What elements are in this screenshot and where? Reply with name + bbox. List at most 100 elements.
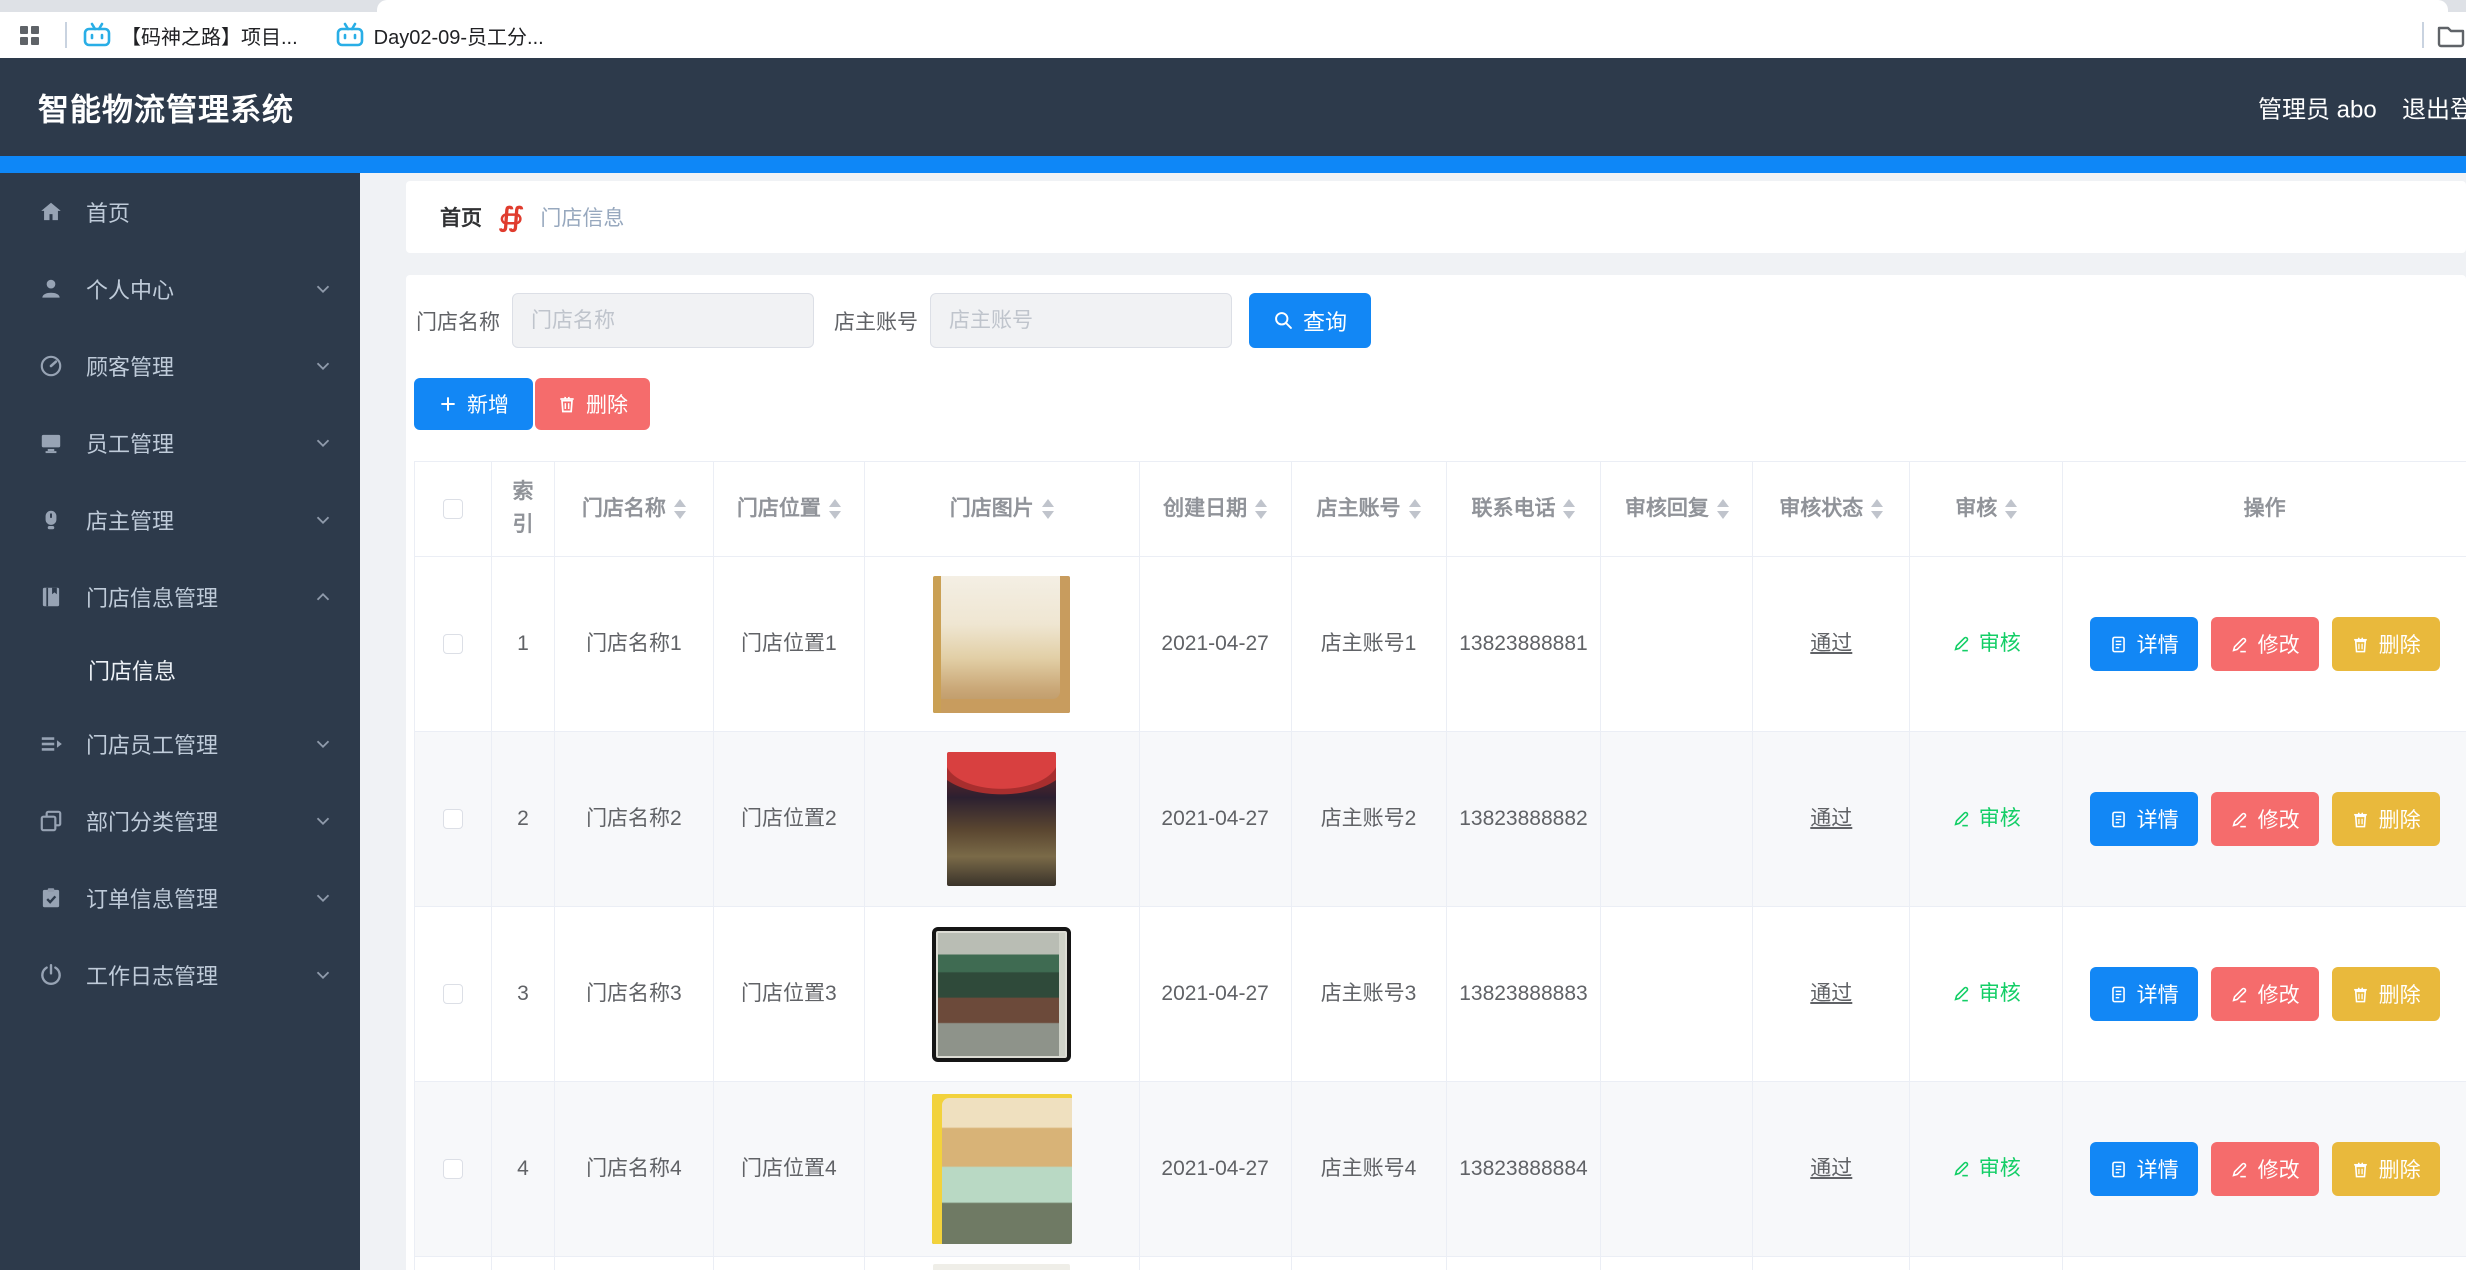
notebook-icon: [38, 584, 64, 610]
content-card: 门店名称 店主账号 查询 新增: [406, 275, 2466, 1270]
delete-selected-button[interactable]: 删除: [535, 378, 650, 430]
sidebar-item-employees[interactable]: 员工管理: [0, 404, 360, 481]
delete-button[interactable]: 删除: [2332, 967, 2440, 1021]
edit-button[interactable]: 修改: [2211, 792, 2319, 846]
add-button[interactable]: 新增: [414, 378, 533, 430]
sidebar-subitem-store-info[interactable]: 门店信息: [0, 635, 360, 705]
owner-account-input[interactable]: [930, 293, 1232, 348]
store-photo: [932, 927, 1071, 1062]
delete-button[interactable]: 删除: [2332, 1142, 2440, 1196]
bookmark-label: 【码神之路】项目...: [121, 21, 298, 50]
bookmarks-bar: 【码神之路】项目... Day02-09-员工分...: [0, 12, 2466, 58]
audit-link[interactable]: 审核: [1952, 1153, 2021, 1186]
row-checkbox[interactable]: [443, 1159, 463, 1179]
detail-button[interactable]: 详情: [2090, 792, 2198, 846]
bookmark-item[interactable]: Day02-09-员工分...: [336, 21, 544, 50]
sidebar-item-customers[interactable]: 顾客管理: [0, 327, 360, 404]
sidebar-item-department-categories[interactable]: 部门分类管理: [0, 782, 360, 859]
col-header-audit-reply[interactable]: 审核回复: [1601, 462, 1753, 557]
col-header-audit[interactable]: 审核: [1910, 462, 2063, 557]
apps-grid-icon[interactable]: [20, 26, 39, 45]
chevron-down-icon: [312, 964, 334, 986]
col-header-create-date[interactable]: 创建日期: [1140, 462, 1292, 557]
toolbar: 新增 删除: [414, 378, 2466, 430]
bookmark-item[interactable]: 【码神之路】项目...: [83, 21, 298, 50]
delete-button[interactable]: 删除: [2332, 617, 2440, 671]
sort-caret-icon[interactable]: [1409, 499, 1421, 519]
user-icon: [38, 276, 64, 302]
audit-link[interactable]: 审核: [1952, 978, 2021, 1011]
monitor-icon: [38, 430, 64, 456]
breadcrumb-home[interactable]: 首页: [440, 202, 482, 232]
col-header-store-name[interactable]: 门店名称: [555, 462, 714, 557]
sort-caret-icon[interactable]: [1563, 499, 1575, 519]
search-icon: [1273, 310, 1294, 331]
store-name-input[interactable]: [512, 293, 814, 348]
edit-button[interactable]: 修改: [2211, 617, 2319, 671]
table-row: 4 门店名称4 门店位置4 2021-04-27 店主账号4 138238888…: [415, 1082, 2466, 1257]
document-icon: [2109, 985, 2128, 1004]
cell-index: 4: [492, 1082, 555, 1257]
detail-button-label: 详情: [2137, 1154, 2179, 1184]
logout-link[interactable]: 退出登录: [2402, 90, 2466, 125]
chevron-down-icon: [312, 278, 334, 300]
cell-owner-account: 店主账号3: [1292, 907, 1447, 1082]
pencil-icon: [1952, 984, 1971, 1003]
cell-store-location: [714, 1257, 865, 1270]
sidebar-item-orders[interactable]: 订单信息管理: [0, 859, 360, 936]
sidebar-item-shopowners[interactable]: 店主管理: [0, 481, 360, 558]
detail-button[interactable]: 详情: [2090, 617, 2198, 671]
edit-button-label: 修改: [2258, 804, 2300, 834]
sidebar-item-store-info-mgmt[interactable]: 门店信息管理: [0, 558, 360, 635]
sort-caret-icon[interactable]: [829, 499, 841, 519]
sidebar-item-profile[interactable]: 个人中心: [0, 250, 360, 327]
cell-owner-account: [1292, 1257, 1447, 1270]
row-checkbox[interactable]: [443, 984, 463, 1004]
sidebar-item-work-logs[interactable]: 工作日志管理: [0, 936, 360, 1013]
sort-caret-icon[interactable]: [1255, 499, 1267, 519]
audit-link[interactable]: 审核: [1952, 628, 2021, 661]
app-title: 智能物流管理系统: [38, 85, 294, 130]
sidebar-item-home[interactable]: 首页: [0, 173, 360, 250]
detail-button[interactable]: 详情: [2090, 967, 2198, 1021]
sidebar-item-store-employees[interactable]: 门店员工管理: [0, 705, 360, 782]
trash-icon: [2351, 985, 2370, 1004]
cell-store-location: 门店位置4: [714, 1082, 865, 1257]
sidebar: 首页 个人中心 顾客管理 员工管理 店主管理: [0, 173, 360, 1270]
page: 【码神之路】项目... Day02-09-员工分... 智能物流管理系统 管理员…: [0, 0, 2466, 1270]
accent-bar: [0, 156, 2466, 173]
delete-button-label: 删除: [2379, 979, 2421, 1009]
divider: [65, 22, 67, 48]
delete-button[interactable]: 删除: [2332, 792, 2440, 846]
detail-button[interactable]: 详情: [2090, 1142, 2198, 1196]
cell-audit-reply: [1601, 907, 1753, 1082]
sort-caret-icon[interactable]: [674, 499, 686, 519]
row-checkbox[interactable]: [443, 809, 463, 829]
header-user-menu[interactable]: 管理员 abo: [2258, 90, 2377, 125]
col-header-store-photo[interactable]: 门店图片: [865, 462, 1140, 557]
col-header-phone[interactable]: 联系电话: [1447, 462, 1602, 557]
store-photo: [932, 1094, 1072, 1244]
trash-icon: [2351, 1160, 2370, 1179]
cell-phone: 13823888881: [1447, 557, 1602, 732]
edit-button-label: 修改: [2258, 979, 2300, 1009]
store-photo: [947, 752, 1056, 886]
query-button[interactable]: 查询: [1249, 293, 1371, 348]
col-header-store-location[interactable]: 门店位置: [714, 462, 865, 557]
col-header-audit-status[interactable]: 审核状态: [1753, 462, 1910, 557]
edit-button[interactable]: 修改: [2211, 1142, 2319, 1196]
trash-icon: [2351, 635, 2370, 654]
edit-button[interactable]: 修改: [2211, 967, 2319, 1021]
sort-caret-icon[interactable]: [1042, 499, 1054, 519]
col-header-owner-account[interactable]: 店主账号: [1292, 462, 1447, 557]
audit-link[interactable]: 审核: [1952, 803, 2021, 836]
sort-caret-icon[interactable]: [1871, 499, 1883, 519]
copy-document-icon: [38, 808, 64, 834]
sort-caret-icon[interactable]: [1717, 499, 1729, 519]
select-all-checkbox[interactable]: [443, 499, 463, 519]
audit-status-text: 通过: [1810, 978, 1852, 1011]
col-header-actions: 操作: [2063, 462, 2466, 557]
bookmarks-folder-icon[interactable]: [2436, 22, 2466, 48]
sort-caret-icon[interactable]: [2005, 499, 2017, 519]
row-checkbox[interactable]: [443, 634, 463, 654]
